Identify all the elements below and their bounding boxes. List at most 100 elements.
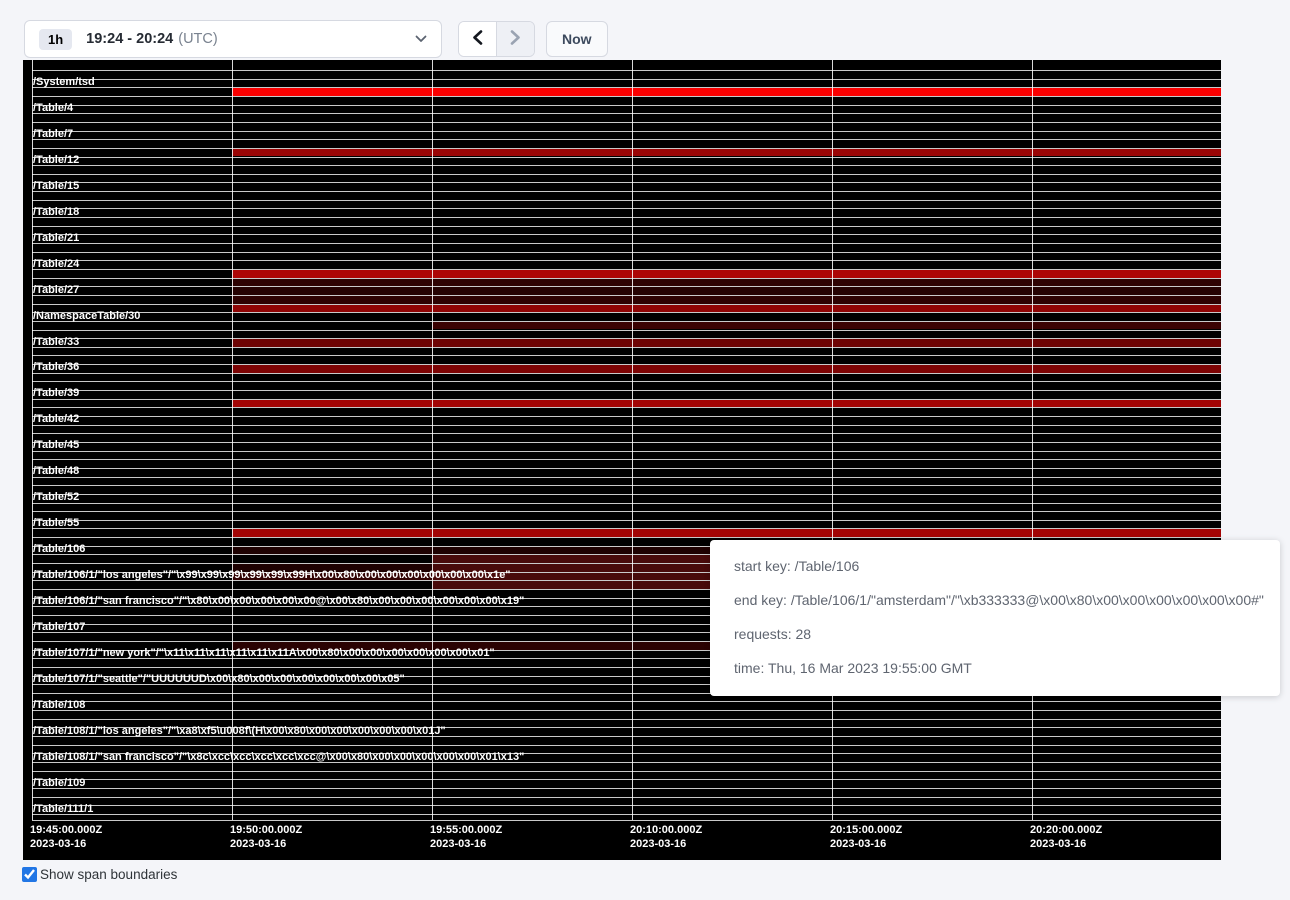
nav-back-button[interactable] — [459, 22, 497, 56]
heatmap-row[interactable] — [32, 131, 1221, 140]
heatmap-cell[interactable] — [232, 365, 1221, 373]
heatmap-row[interactable] — [32, 364, 1221, 373]
heatmap-row[interactable] — [32, 710, 1221, 719]
heatmap-cell[interactable] — [232, 305, 1221, 313]
heatmap-row[interactable] — [32, 113, 1221, 122]
heatmap-row[interactable] — [32, 217, 1221, 226]
heatmap-row[interactable] — [32, 321, 1221, 330]
heatmap-row[interactable] — [32, 312, 1221, 321]
heatmap-row[interactable] — [32, 511, 1221, 520]
heatmap-row[interactable] — [32, 278, 1221, 287]
tooltip-start-key: start key: /Table/106 — [734, 549, 1256, 583]
heatmap-cell[interactable] — [232, 149, 1221, 157]
heatmap-row[interactable] — [32, 528, 1221, 537]
heatmap-row[interactable] — [32, 701, 1221, 710]
heatmap-row[interactable] — [32, 459, 1221, 468]
heatmap-row[interactable] — [32, 771, 1221, 780]
tooltip-time: time: Thu, 16 Mar 2023 19:55:00 GMT — [734, 651, 1256, 685]
nav-forward-button[interactable] — [497, 22, 534, 56]
heatmap-cell[interactable] — [232, 296, 1221, 304]
heatmap-row[interactable] — [32, 390, 1221, 399]
heatmap-row[interactable] — [32, 96, 1221, 105]
heatmap-row[interactable] — [32, 304, 1221, 313]
heatmap-row[interactable] — [32, 87, 1221, 96]
time-nav-group — [458, 21, 535, 57]
heatmap-axis-label: 20:20:00.000Z2023-03-16 — [1030, 823, 1102, 851]
heatmap-row[interactable] — [32, 355, 1221, 364]
heatmap-row[interactable] — [32, 494, 1221, 503]
heatmap-row[interactable] — [32, 260, 1221, 269]
heatmap-cell[interactable] — [232, 287, 1221, 295]
show-span-boundaries-checkbox[interactable] — [22, 867, 37, 882]
heatmap-row-label: /Table/24 — [33, 258, 79, 271]
heatmap-row[interactable] — [32, 105, 1221, 114]
heatmap-row[interactable] — [32, 797, 1221, 806]
heatmap-cell[interactable] — [232, 279, 1221, 287]
key-visualizer-heatmap[interactable]: /System/tsd/Table/4/Table/7/Table/12/Tab… — [23, 60, 1221, 860]
heatmap-axis-label: 19:50:00.000Z2023-03-16 — [230, 823, 302, 851]
heatmap-row-label: /Table/27 — [33, 284, 79, 297]
heatmap-row-label: /NamespaceTable/30 — [33, 310, 140, 323]
heatmap-row-label: /Table/15 — [33, 180, 79, 193]
heatmap-row[interactable] — [32, 122, 1221, 131]
footer-controls: Show span boundaries — [22, 867, 177, 882]
heatmap-row-label: /Table/107/1/"new york"/"\x11\x11\x11\x1… — [33, 647, 495, 660]
heatmap-row[interactable] — [32, 148, 1221, 157]
heatmap-row[interactable] — [32, 269, 1221, 278]
heatmap-gridline — [232, 60, 233, 820]
heatmap-cell[interactable] — [232, 339, 1221, 347]
heatmap-row[interactable] — [32, 226, 1221, 235]
heatmap-row[interactable] — [32, 157, 1221, 166]
heatmap-row[interactable] — [32, 139, 1221, 148]
heatmap-row[interactable] — [32, 174, 1221, 183]
heatmap-row[interactable] — [32, 520, 1221, 529]
heatmap-row[interactable] — [32, 208, 1221, 217]
heatmap-row-label: /Table/36 — [33, 361, 79, 374]
heatmap-row[interactable] — [32, 182, 1221, 191]
utc-suffix: (UTC) — [178, 31, 217, 47]
heatmap-gridline — [1032, 60, 1033, 820]
heatmap-row[interactable] — [32, 373, 1221, 382]
checkbox-label[interactable]: Show span boundaries — [40, 867, 177, 882]
heatmap-row[interactable] — [32, 425, 1221, 434]
heatmap-row[interactable] — [32, 252, 1221, 261]
heatmap-cell[interactable] — [232, 270, 1221, 278]
heatmap-row[interactable] — [32, 805, 1221, 814]
heatmap-row[interactable] — [32, 788, 1221, 797]
heatmap-row-label: /Table/4 — [33, 102, 73, 115]
heatmap-row[interactable] — [32, 286, 1221, 295]
heatmap-cell[interactable] — [232, 400, 1221, 408]
heatmap-row[interactable] — [32, 503, 1221, 512]
heatmap-row[interactable] — [32, 330, 1221, 339]
heatmap-row[interactable] — [32, 814, 1221, 823]
heatmap-row[interactable] — [32, 295, 1221, 304]
heatmap-cell[interactable] — [232, 529, 1221, 537]
heatmap-row[interactable] — [32, 79, 1221, 88]
heatmap-row[interactable] — [32, 451, 1221, 460]
heatmap-row[interactable] — [32, 191, 1221, 200]
heatmap-row-label: /Table/111/1 — [33, 803, 93, 816]
heatmap-row[interactable] — [32, 243, 1221, 252]
heatmap-row[interactable] — [32, 433, 1221, 442]
now-button[interactable]: Now — [546, 21, 608, 57]
heatmap-row[interactable] — [32, 381, 1221, 390]
heatmap-row[interactable] — [32, 477, 1221, 486]
time-range-selector[interactable]: 1h 19:24 - 20:24 (UTC) — [24, 20, 442, 58]
heatmap-row[interactable] — [32, 200, 1221, 209]
heatmap-row[interactable] — [32, 347, 1221, 356]
heatmap-row[interactable] — [32, 407, 1221, 416]
heatmap-cell[interactable] — [432, 322, 1221, 330]
time-range-label: 19:24 - 20:24 — [86, 31, 173, 47]
heatmap-row[interactable] — [32, 338, 1221, 347]
heatmap-row[interactable] — [32, 485, 1221, 494]
heatmap-cell[interactable] — [232, 88, 1221, 96]
heatmap-row[interactable] — [32, 779, 1221, 788]
heatmap-row[interactable] — [32, 399, 1221, 408]
heatmap-row[interactable] — [32, 416, 1221, 425]
heatmap-row[interactable] — [32, 442, 1221, 451]
heatmap-row[interactable] — [32, 165, 1221, 174]
heatmap-row[interactable] — [32, 70, 1221, 79]
heatmap-row[interactable] — [32, 468, 1221, 477]
heatmap-row-label: /Table/106/1/"san francisco"/"\x80\x00\x… — [33, 595, 524, 608]
heatmap-row[interactable] — [32, 234, 1221, 243]
